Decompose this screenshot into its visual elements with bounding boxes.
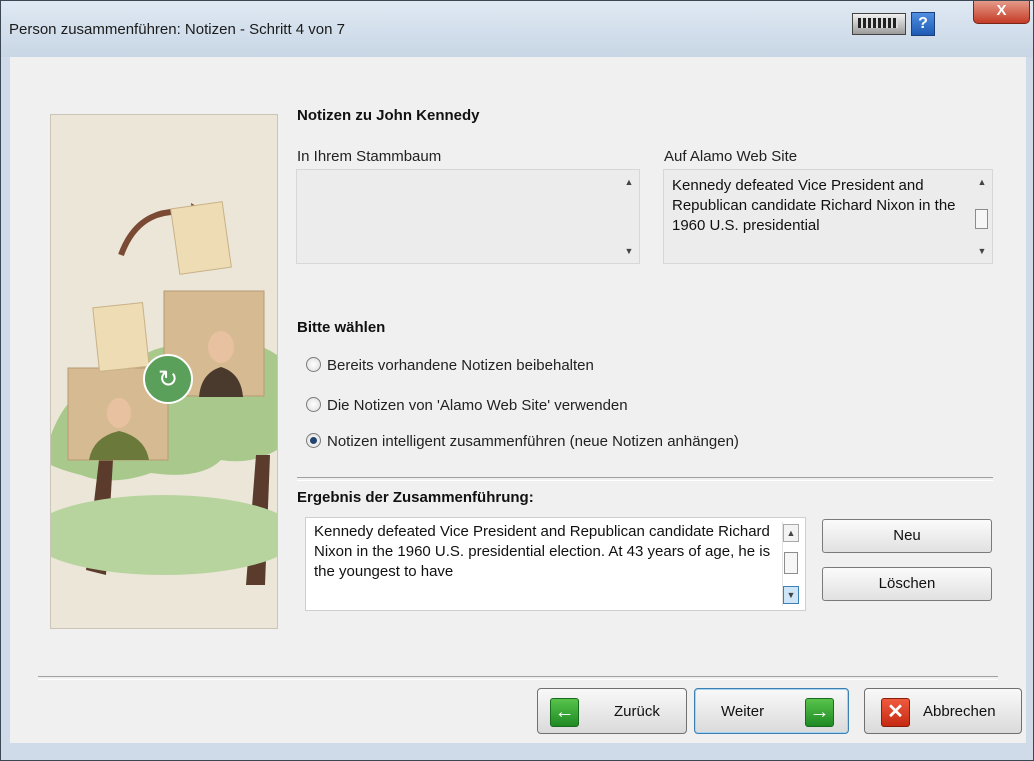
arrow-right-icon: → (805, 698, 834, 727)
radio-button[interactable] (306, 397, 321, 412)
keyboard-keys (858, 18, 898, 28)
family-tree-notes-scrollbar[interactable]: ▲ ▼ (620, 171, 638, 262)
merge-result-textarea[interactable]: Kennedy defeated Vice President and Repu… (305, 517, 806, 611)
family-tree-notes-box[interactable]: ▲ ▼ (296, 169, 640, 264)
scroll-thumb[interactable] (975, 209, 988, 229)
web-site-notes-scrollbar[interactable]: ▲ ▼ (973, 171, 991, 262)
option-label: Notizen intelligent zusammenführen (neue… (327, 433, 739, 450)
help-icon[interactable]: ? (911, 12, 935, 36)
scroll-down-icon[interactable]: ▼ (620, 243, 638, 259)
option-label: Bereits vorhandene Notizen beibehalten (327, 357, 594, 374)
title-bar[interactable]: Person zusammenführen: Notizen - Schritt… (1, 1, 1033, 57)
scroll-up-icon[interactable]: ▲ (973, 174, 991, 190)
scroll-down-icon[interactable]: ▼ (783, 586, 799, 604)
scroll-down-icon[interactable]: ▼ (973, 243, 991, 259)
next-button[interactable]: Weiter → (694, 688, 849, 734)
option-label: Die Notizen von 'Alamo Web Site' verwend… (327, 397, 628, 414)
cancel-button[interactable]: ✕ Abbrechen (864, 688, 1022, 734)
web-site-notes-text: Kennedy defeated Vice President and Repu… (672, 177, 956, 234)
divider (297, 477, 993, 481)
web-site-notes-box[interactable]: Kennedy defeated Vice President and Repu… (663, 169, 993, 264)
option-smart-merge[interactable]: Notizen intelligent zusammenführen (neue… (306, 433, 739, 450)
cancel-label: Abbrechen (923, 703, 996, 720)
arrow-left-icon: ← (550, 698, 579, 727)
option-keep-existing[interactable]: Bereits vorhandene Notizen beibehalten (306, 357, 594, 374)
close-button[interactable]: X (973, 1, 1030, 24)
footer-divider (38, 676, 998, 680)
back-label: Zurück (614, 703, 660, 720)
merge-illustration-graphic: ↻ (51, 115, 277, 628)
radio-button[interactable] (306, 357, 321, 372)
choose-heading: Bitte wählen (297, 319, 386, 336)
scroll-up-icon[interactable]: ▲ (783, 524, 799, 542)
radio-button-selected[interactable] (306, 433, 321, 448)
dialog-body: ↻ Notizen zu John Kennedy In Ihrem Stamm… (10, 57, 1026, 743)
new-button[interactable]: Neu (822, 519, 992, 553)
x-icon: ✕ (881, 698, 910, 727)
next-label: Weiter (721, 703, 765, 720)
option-use-web-site[interactable]: Die Notizen von 'Alamo Web Site' verwend… (306, 397, 628, 414)
window-title: Person zusammenführen: Notizen - Schritt… (9, 21, 345, 38)
delete-button[interactable]: Löschen (822, 567, 992, 601)
merge-illustration: ↻ (50, 114, 278, 629)
scroll-up-icon[interactable]: ▲ (620, 174, 638, 190)
notes-heading: Notizen zu John Kennedy (297, 107, 480, 124)
merge-result-scrollbar[interactable]: ▲ ▼ (782, 522, 799, 606)
back-button[interactable]: ← Zurück (537, 688, 687, 734)
merge-result-label: Ergebnis der Zusammenführung: (297, 489, 534, 506)
keyboard-icon[interactable] (852, 13, 906, 35)
left-panel-label: In Ihrem Stammbaum (297, 148, 442, 165)
dialog-window: Person zusammenführen: Notizen - Schritt… (0, 0, 1034, 761)
merge-result-text: Kennedy defeated Vice President and Repu… (314, 523, 771, 580)
scroll-thumb[interactable] (784, 552, 798, 574)
right-panel-label: Auf Alamo Web Site (664, 148, 798, 165)
svg-text:↻: ↻ (158, 365, 178, 393)
